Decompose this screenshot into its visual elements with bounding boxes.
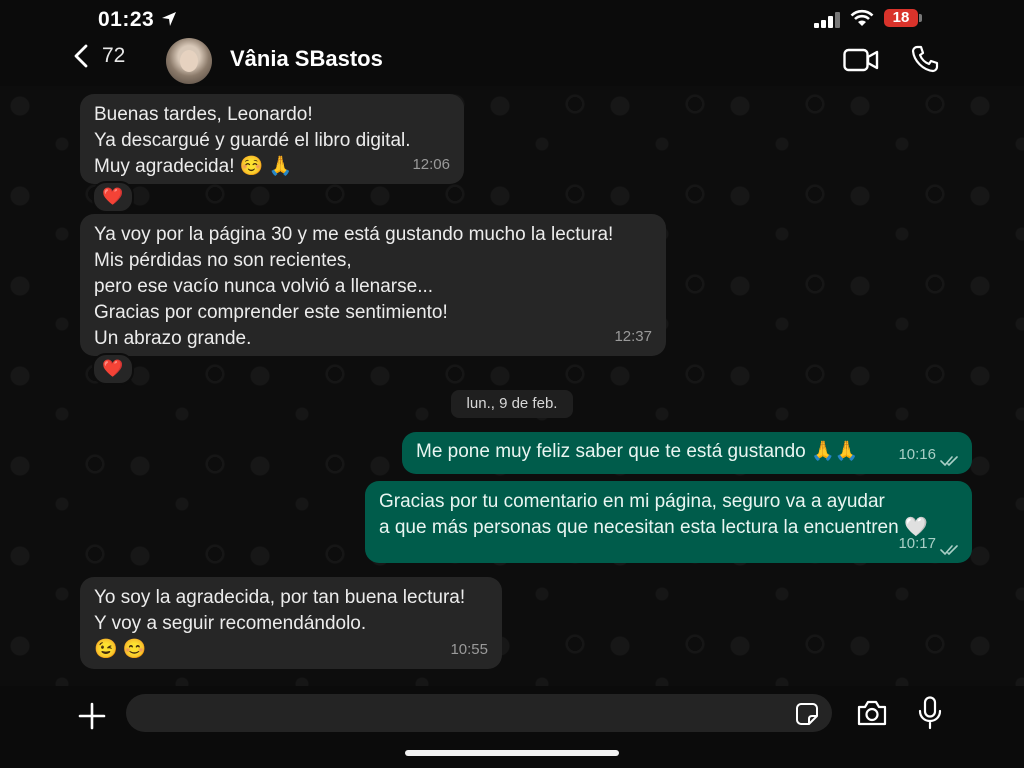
message-incoming[interactable]: Buenas tardes, Leonardo! Ya descargué y …	[80, 94, 464, 184]
avatar[interactable]	[166, 38, 212, 84]
message-text: Ya voy por la página 30 y me está gustan…	[94, 224, 614, 349]
message-time: 10:17	[898, 535, 936, 552]
heart-reaction[interactable]: ❤️	[92, 181, 134, 213]
message-time: 12:06	[412, 156, 450, 173]
chat-header: 72 Vânia SBastos	[0, 38, 1024, 86]
wifi-icon	[850, 9, 874, 26]
battery-tip	[919, 14, 922, 22]
location-arrow-icon	[162, 12, 176, 26]
status-time: 01:23	[98, 8, 155, 31]
back-button[interactable]: 72	[74, 44, 125, 68]
battery-icon: 18	[884, 9, 918, 27]
signal-icon	[814, 12, 840, 28]
double-check-icon	[940, 456, 958, 467]
message-time: 12:37	[614, 328, 652, 345]
home-indicator	[405, 750, 619, 756]
unread-count: 72	[102, 44, 126, 67]
status-bar: 01:23 18	[0, 0, 1024, 38]
message-text: Gracias por tu comentario en mi página, …	[379, 491, 928, 538]
message-text: Yo soy la agradecida, por tan buena lect…	[94, 587, 466, 660]
message-incoming[interactable]: Ya voy por la página 30 y me está gustan…	[80, 214, 666, 356]
heart-icon: ❤️	[102, 187, 124, 206]
message-text: Me pone muy feliz saber que te está gust…	[416, 441, 859, 462]
double-check-icon	[940, 545, 958, 556]
message-time: 10:16	[898, 446, 936, 463]
video-call-icon[interactable]	[843, 48, 879, 72]
message-time: 10:55	[450, 641, 488, 658]
back-chevron-icon	[74, 44, 88, 68]
composer-bar	[0, 686, 1024, 768]
heart-icon: ❤️	[102, 359, 124, 378]
battery-level: 18	[892, 9, 910, 26]
message-outgoing[interactable]: Me pone muy feliz saber que te está gust…	[402, 432, 972, 474]
message-text: Buenas tardes, Leonardo! Ya descargué y …	[94, 104, 411, 177]
mic-icon[interactable]	[918, 696, 942, 730]
avatar-face	[180, 50, 198, 72]
heart-reaction[interactable]: ❤️	[92, 353, 134, 385]
plus-icon[interactable]	[78, 702, 106, 730]
message-outgoing[interactable]: Gracias por tu comentario en mi página, …	[365, 481, 972, 563]
date-separator: lun., 9 de feb.	[451, 390, 573, 418]
message-input[interactable]	[126, 694, 832, 732]
camera-icon[interactable]	[856, 699, 888, 727]
sticker-icon[interactable]	[795, 702, 819, 726]
contact-name[interactable]: Vânia SBastos	[230, 46, 383, 72]
message-incoming[interactable]: Yo soy la agradecida, por tan buena lect…	[80, 577, 502, 669]
phone-icon[interactable]	[910, 44, 940, 74]
